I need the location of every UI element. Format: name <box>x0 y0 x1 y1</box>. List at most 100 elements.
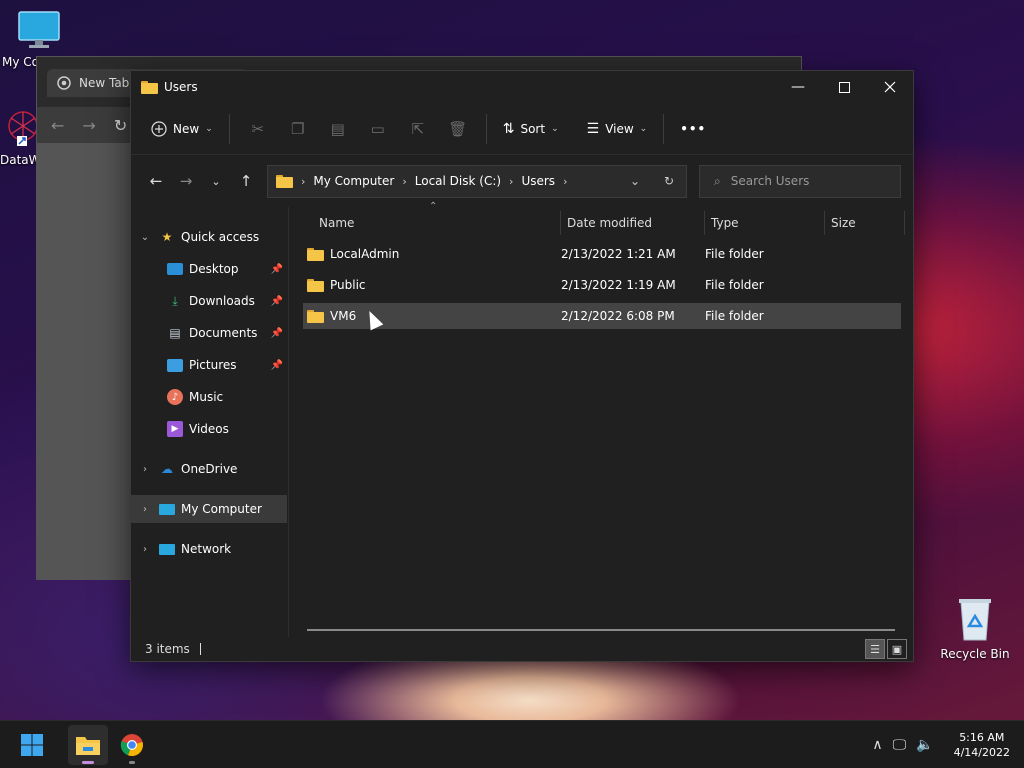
nav-item-label: Documents <box>189 326 258 340</box>
file-explorer-icon <box>76 736 100 755</box>
forward-button[interactable]: → <box>171 166 201 196</box>
column-header-date[interactable]: Date modified <box>561 211 705 235</box>
new-button[interactable]: New ⌄ <box>143 113 221 145</box>
column-header-label: Type <box>711 216 739 230</box>
file-name: Public <box>330 278 366 292</box>
column-header-label: Size <box>831 216 856 230</box>
clock[interactable]: 5:16 AM 4/14/2022 <box>954 730 1010 760</box>
close-button[interactable] <box>867 71 913 103</box>
nav-music[interactable]: ♪ Music <box>131 383 287 411</box>
large-icons-view-toggle[interactable]: ▣ <box>887 639 907 659</box>
rename-icon: ▭ <box>370 119 385 138</box>
video-icon: ▶ <box>167 421 183 437</box>
chevron-right-icon[interactable]: › <box>131 544 159 555</box>
breadcrumb-local-disk[interactable]: Local Disk (C:) <box>415 174 501 188</box>
datawarrior-app-icon <box>8 111 38 146</box>
nav-desktop[interactable]: Desktop 📌 <box>131 255 287 283</box>
forward-arrow-icon[interactable]: → <box>82 116 95 135</box>
nav-item-label: Network <box>181 542 232 556</box>
file-date: 2/12/2022 6:08 PM <box>561 309 675 323</box>
title-bar[interactable]: Users — <box>131 71 913 103</box>
cut-button[interactable]: ✂ <box>238 113 278 145</box>
address-bar[interactable]: › My Computer › Local Disk (C:) › Users … <box>267 164 687 198</box>
column-header-name[interactable]: Name <box>303 211 561 235</box>
status-bar: 3 items ☰ ▣ <box>131 637 913 661</box>
more-options-button[interactable]: ••• <box>672 113 714 145</box>
new-button-label: New <box>173 121 200 136</box>
column-header-type[interactable]: Type <box>705 211 825 235</box>
desktop-icon-recycle-bin[interactable]: Recycle Bin <box>938 596 1012 661</box>
nav-my-computer[interactable]: › My Computer <box>131 495 287 523</box>
pin-icon: 📌 <box>270 359 283 371</box>
file-row-localadmin[interactable]: LocalAdmin 2/13/2022 1:21 AM File folder <box>303 241 901 267</box>
nav-item-label: Videos <box>189 422 229 436</box>
nav-item-label: Desktop <box>189 262 239 276</box>
nav-onedrive[interactable]: › ☁ OneDrive <box>131 455 287 483</box>
chevron-down-icon[interactable]: ⌄ <box>131 232 159 243</box>
chevron-right-icon[interactable]: › <box>131 504 159 515</box>
chrome-logo-icon <box>57 76 71 90</box>
document-icon: ▤ <box>169 326 181 340</box>
file-row-vm6[interactable]: VM6 2/12/2022 6:08 PM File folder <box>303 303 901 329</box>
taskbar-file-explorer[interactable] <box>68 724 108 765</box>
delete-button[interactable]: 🗑 <box>438 113 478 145</box>
nav-downloads[interactable]: ⤓ Downloads 📌 <box>131 287 287 315</box>
network-monitor-icon[interactable]: 🖵 <box>893 737 907 753</box>
paste-button[interactable]: ▤ <box>318 113 358 145</box>
minimize-icon: — <box>791 79 805 95</box>
recent-locations-button[interactable]: ⌄ <box>201 166 231 196</box>
taskbar-chrome[interactable] <box>112 725 152 765</box>
divider <box>663 113 665 144</box>
chevron-right-icon[interactable]: › <box>131 464 159 475</box>
sort-arrows-icon: ⇅ <box>502 120 515 137</box>
file-row-public[interactable]: Public 2/13/2022 1:19 AM File folder <box>303 272 901 298</box>
sort-button[interactable]: ⇅ Sort ⌄ <box>495 113 567 145</box>
minimize-button[interactable]: — <box>775 71 821 103</box>
nav-documents[interactable]: ▤ Documents 📌 <box>131 319 287 347</box>
back-button[interactable]: ← <box>141 166 171 196</box>
breadcrumb-users[interactable]: Users <box>521 174 555 188</box>
clock-time: 5:16 AM <box>959 730 1005 744</box>
nav-quick-access[interactable]: ⌄ ★ Quick access <box>131 223 287 251</box>
view-button[interactable]: ☰ View ⌄ <box>579 113 656 145</box>
rename-button[interactable]: ▭ <box>358 113 398 145</box>
windows-logo-icon <box>21 733 43 756</box>
reload-icon[interactable]: ↻ <box>114 116 127 135</box>
picture-icon <box>167 358 183 372</box>
music-icon: ♪ <box>167 389 183 405</box>
cloud-icon: ☁ <box>161 462 173 476</box>
pin-icon: 📌 <box>270 263 283 275</box>
details-view-icon: ☰ <box>870 642 880 656</box>
scissors-icon: ✂ <box>251 119 265 138</box>
file-explorer-window[interactable]: Users — New ⌄ ✂ ❐ ▤ ▭ ⇱ 🗑 ⇅ Sort ⌄ ☰ Vie… <box>130 70 914 662</box>
nav-item-label: Music <box>189 390 224 404</box>
breadcrumb-separator: › <box>509 174 514 188</box>
nav-item-label: Quick access <box>181 230 260 244</box>
nav-network[interactable]: › Network <box>131 535 287 563</box>
share-button[interactable]: ⇱ <box>398 113 438 145</box>
breadcrumb-my-computer[interactable]: My Computer <box>313 174 394 188</box>
search-box[interactable]: ⌕ Search Users <box>699 164 901 198</box>
desktop-icon-datawarrior[interactable]: DataW <box>0 108 41 167</box>
chevron-up-icon[interactable]: ∧ <box>872 737 882 753</box>
column-header-size[interactable]: Size <box>825 211 905 235</box>
address-history-chevron-icon[interactable]: ⌄ <box>618 174 652 188</box>
up-button[interactable]: ↑ <box>231 166 261 196</box>
copy-button[interactable]: ❐ <box>278 113 318 145</box>
column-headers: Name Date modified Type Size <box>303 211 907 235</box>
start-button[interactable] <box>12 725 52 765</box>
chrome-tab-title: New Tab <box>79 76 130 90</box>
nav-videos[interactable]: ▶ Videos <box>131 415 287 443</box>
maximize-button[interactable] <box>821 71 867 103</box>
file-list-pane: ⌃ Name Date modified Type Size LocalAdmi… <box>289 201 913 637</box>
horizontal-scrollbar[interactable] <box>307 629 895 631</box>
speaker-icon[interactable]: 🔈 <box>916 737 933 753</box>
nav-pictures[interactable]: Pictures 📌 <box>131 351 287 379</box>
search-placeholder: Search Users <box>730 174 810 188</box>
pin-icon: 📌 <box>270 327 283 339</box>
sort-button-label: Sort <box>520 121 546 136</box>
refresh-icon[interactable]: ↻ <box>652 174 686 188</box>
back-arrow-icon[interactable]: ← <box>51 116 64 135</box>
details-view-toggle[interactable]: ☰ <box>865 639 885 659</box>
desktop-icon-label: Recycle Bin <box>940 647 1010 661</box>
